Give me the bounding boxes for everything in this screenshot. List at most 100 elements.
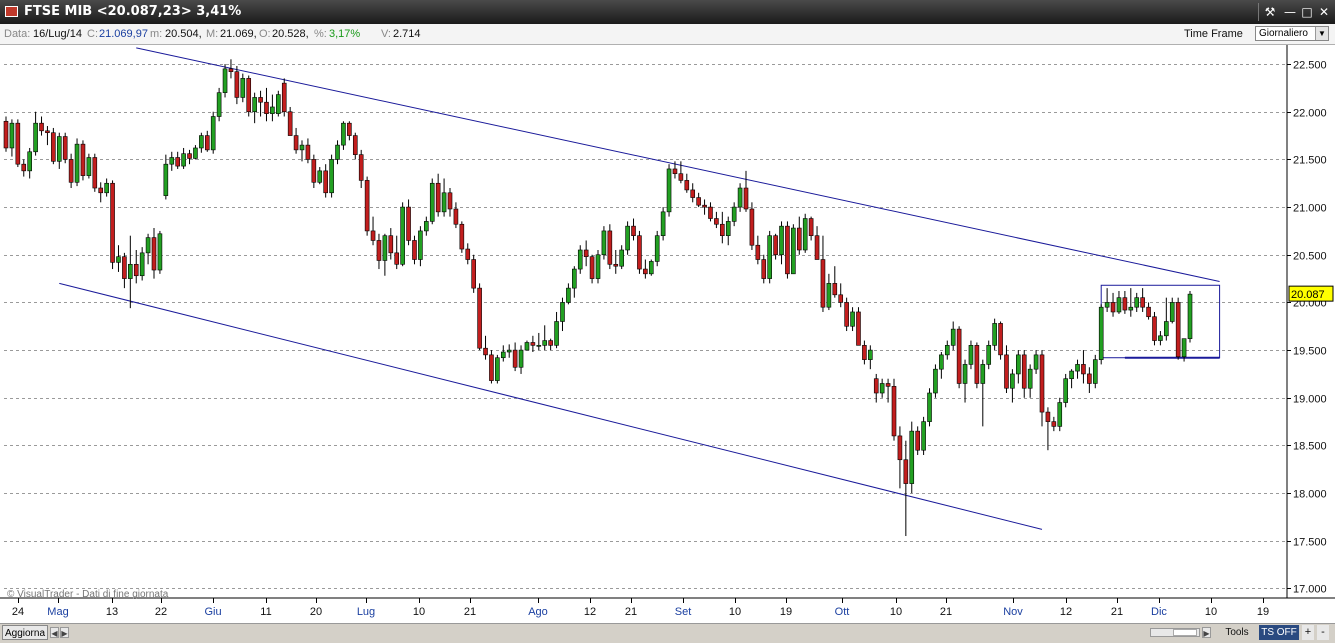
- x-day-label: 10: [890, 606, 902, 618]
- scroll-left-icon[interactable]: ◀: [50, 627, 59, 638]
- candle-body: [554, 321, 559, 346]
- candle-body: [725, 221, 731, 236]
- candle-body: [483, 347, 488, 356]
- candle-body: [572, 268, 577, 289]
- minimize-button[interactable]: —: [1282, 4, 1298, 20]
- candle-body: [684, 180, 690, 191]
- candle-body: [856, 311, 861, 346]
- candle-body: [631, 225, 636, 236]
- candle-body: [583, 249, 589, 257]
- quote-info-bar: Data: 16/Lug/14 C: 21.069,97 m: 20.504, …: [0, 24, 1335, 45]
- max-value: 21.069,: [220, 28, 257, 40]
- candle-body: [939, 354, 944, 370]
- candle-body: [749, 208, 755, 246]
- candle-body: [962, 364, 968, 384]
- zoom-in-button[interactable]: +: [1302, 625, 1314, 640]
- candle-body: [175, 157, 180, 167]
- candle-body: [980, 364, 986, 384]
- scrollbar-right-icon[interactable]: ▶: [1202, 627, 1211, 638]
- candle-body: [767, 235, 772, 279]
- candle-body: [240, 78, 246, 98]
- x-day-label: 19: [1257, 606, 1269, 618]
- price-chart[interactable]: 17.000 17.500 18.000 18.500 19.000 19.500 20.0…: [0, 45, 1335, 623]
- candle-body: [1128, 306, 1134, 311]
- candle-body: [512, 349, 518, 368]
- x-day-label: 21: [464, 606, 476, 618]
- x-month-label: Mag: [47, 606, 68, 618]
- candle-body: [412, 240, 417, 260]
- tools-icon[interactable]: ⚒: [1262, 4, 1278, 20]
- y-tick-label: 17.500: [1293, 537, 1327, 549]
- candle-body: [3, 120, 9, 149]
- candle-body: [921, 421, 926, 451]
- candle-body: [785, 225, 790, 275]
- open-value: 20.528,: [272, 28, 309, 40]
- candle-body: [33, 122, 38, 153]
- candle-body: [820, 259, 826, 308]
- pct-value: 3,17%: [329, 28, 361, 40]
- candle-body: [459, 223, 465, 250]
- candle-body: [145, 237, 151, 254]
- candle-body: [755, 244, 761, 260]
- ts-off-button[interactable]: TS OFF: [1259, 625, 1299, 640]
- candle-body: [915, 430, 920, 451]
- candle-body: [1152, 316, 1157, 341]
- y-tick-label: 17.000: [1293, 584, 1327, 596]
- candle-body: [1057, 402, 1063, 427]
- candle-body: [74, 143, 80, 183]
- x-month-label: Lug: [357, 606, 375, 618]
- chart-scrollbar[interactable]: [1150, 628, 1200, 637]
- candle-body: [1033, 354, 1039, 370]
- y-tick-label: 22.000: [1293, 108, 1327, 120]
- candle-body: [204, 135, 210, 151]
- x-month-label: Giu: [204, 606, 221, 618]
- volume-label: V:: [381, 28, 391, 40]
- candle-body: [418, 230, 423, 260]
- x-day-label: 24: [12, 606, 24, 618]
- candle-body: [329, 159, 334, 194]
- candle-body: [737, 187, 743, 208]
- candle-body: [429, 182, 435, 222]
- candle-body: [607, 230, 613, 265]
- refresh-button[interactable]: Aggiorna: [2, 625, 48, 640]
- candle-body: [465, 248, 471, 260]
- close-button[interactable]: ✕: [1316, 4, 1332, 20]
- chevron-down-icon[interactable]: ▼: [1315, 27, 1328, 40]
- candle-body: [453, 208, 459, 225]
- candle-body: [714, 218, 719, 225]
- scrollbar-thumb[interactable]: [1173, 629, 1197, 636]
- candle-body: [873, 378, 879, 394]
- x-day-label: 21: [940, 606, 952, 618]
- candle-body: [1087, 373, 1092, 384]
- candle-body: [891, 386, 897, 437]
- candle-body: [424, 221, 429, 232]
- scroll-right-icon[interactable]: ▶: [60, 627, 69, 638]
- candle-body: [1098, 306, 1104, 360]
- candle-body: [317, 170, 323, 183]
- candle-body: [222, 68, 228, 93]
- candle-body: [151, 237, 157, 271]
- x-day-label: 12: [1060, 606, 1072, 618]
- candle-body: [305, 144, 311, 160]
- candle-body: [791, 227, 796, 275]
- candle-body: [1021, 354, 1027, 389]
- maximize-button[interactable]: □: [1299, 4, 1315, 20]
- candle-body: [1158, 335, 1163, 341]
- candle-body: [45, 130, 50, 134]
- tools-button[interactable]: Tools: [1218, 625, 1256, 640]
- candle-body: [530, 342, 536, 346]
- candle-body: [832, 283, 838, 296]
- window-title: FTSE MIB <20.087,23> 3,41%: [24, 4, 242, 19]
- zoom-out-button[interactable]: -: [1317, 625, 1329, 640]
- candle-body: [566, 287, 571, 303]
- candle-body: [672, 168, 678, 175]
- timeframe-select[interactable]: Giornaliero ▼: [1255, 26, 1329, 41]
- candle-body: [471, 259, 476, 289]
- candle-body: [986, 345, 992, 365]
- candle-body: [850, 311, 855, 327]
- candle-body: [956, 328, 962, 384]
- candle-body: [270, 106, 275, 114]
- y-tick-label: 20.500: [1293, 251, 1327, 263]
- candle-body: [335, 144, 340, 160]
- candle-body: [246, 78, 252, 113]
